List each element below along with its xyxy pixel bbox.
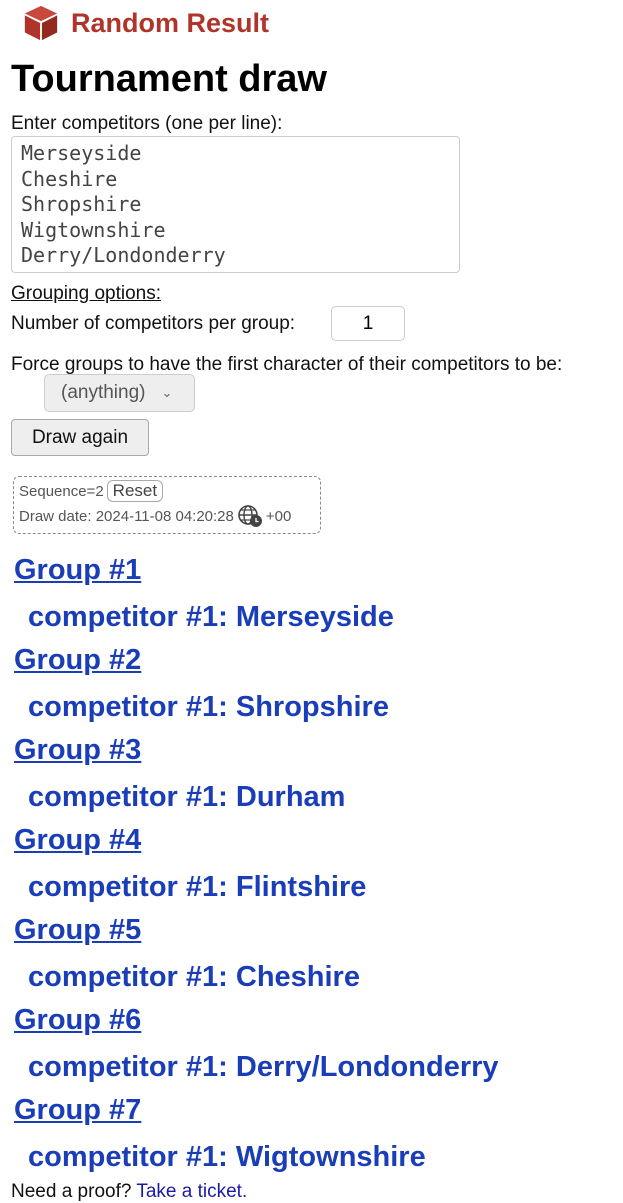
group-competitor: competitor #1: Flintshire	[28, 871, 367, 903]
select-value: (anything)	[61, 382, 146, 403]
group-competitor: competitor #1: Wigtownshire	[28, 1141, 426, 1173]
group-title-link[interactable]: Group #7	[14, 1091, 499, 1136]
competitors-label: Enter competitors (one per line):	[11, 113, 283, 134]
brand-name: Random Result	[71, 7, 270, 38]
take-ticket-link[interactable]: Take a ticket.	[136, 1181, 247, 1202]
group-competitor: competitor #1: Cheshire	[28, 961, 360, 993]
group-title-link[interactable]: Group #6	[14, 1001, 499, 1046]
globe-clock-icon[interactable]	[237, 504, 263, 528]
results-list: Group #1 competitor #1: Merseyside Group …	[14, 551, 499, 1181]
timezone-text: +00	[265, 507, 292, 525]
competitors-input[interactable]: Merseyside Cheshire Shropshire Wigtownsh…	[11, 136, 460, 273]
chevron-down-icon: ⌄	[161, 385, 173, 400]
group: Group #6 competitor #1: Derry/Londonderry	[14, 1001, 499, 1091]
group-title-link[interactable]: Group #3	[14, 731, 499, 776]
sequence-text: Sequence=2	[19, 482, 104, 500]
group-competitor: competitor #1: Durham	[28, 781, 346, 813]
per-group-label: Number of competitors per group:	[11, 313, 296, 334]
group: Group #5 competitor #1: Cheshire	[14, 911, 499, 1001]
group: Group #7 competitor #1: Wigtownshire	[14, 1091, 499, 1181]
first-character-select[interactable]: (anything) ⌄	[44, 374, 195, 412]
group-title-link[interactable]: Group #2	[14, 641, 499, 686]
grouping-options-label: Grouping options:	[11, 283, 161, 304]
draw-info-box: Sequence=2 Reset Draw date: 2024-11-08 0…	[13, 476, 321, 534]
group: Group #3 competitor #1: Durham	[14, 731, 499, 821]
proof-text: Need a proof?	[11, 1181, 137, 1202]
group: Group #2 competitor #1: Shropshire	[14, 641, 499, 731]
per-group-input[interactable]	[331, 306, 405, 341]
page-title: Tournament draw	[11, 58, 327, 100]
cube-icon	[24, 5, 58, 41]
group-competitor: competitor #1: Shropshire	[28, 691, 389, 723]
group: Group #4 competitor #1: Flintshire	[14, 821, 499, 911]
reset-button[interactable]: Reset	[106, 480, 164, 502]
draw-again-button[interactable]: Draw again	[11, 419, 149, 456]
group: Group #1 competitor #1: Merseyside	[14, 551, 499, 641]
group-title-link[interactable]: Group #1	[14, 551, 499, 596]
brand-logo[interactable]: Random Result	[22, 4, 269, 42]
group-competitor: competitor #1: Merseyside	[28, 601, 394, 633]
group-title-link[interactable]: Group #5	[14, 911, 499, 956]
group-title-link[interactable]: Group #4	[14, 821, 499, 866]
draw-date: Draw date: 2024-11-08 04:20:28	[19, 507, 234, 525]
group-competitor: competitor #1: Derry/Londonderry	[28, 1051, 499, 1083]
